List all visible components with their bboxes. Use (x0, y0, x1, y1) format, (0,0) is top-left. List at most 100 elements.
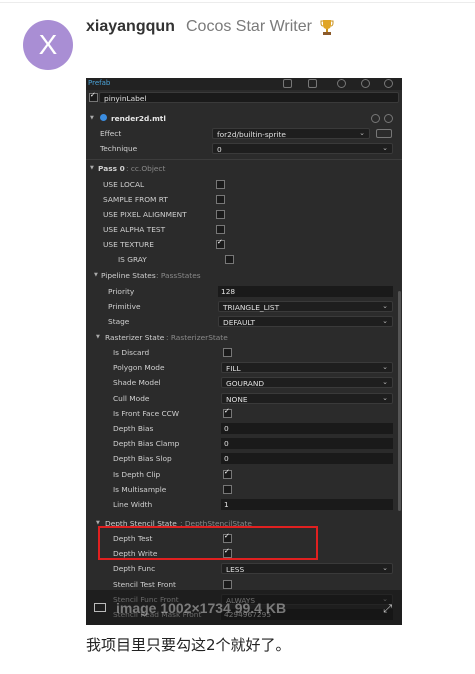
primitive-row: Primitive TRIANGLE_LIST ⌄ (86, 299, 402, 314)
dropdown-value: NONE (226, 394, 248, 404)
inspector-header: Prefab (86, 78, 402, 90)
help-icon[interactable] (384, 114, 393, 123)
input-value: 0 (224, 439, 229, 449)
locate-effect-icon[interactable] (376, 129, 392, 138)
expand-icon[interactable]: ⤢ (383, 602, 392, 616)
input-value: 0 (224, 424, 229, 433)
image-meta: image 1002×1734 99.4 KB (116, 600, 287, 616)
property-input[interactable]: 1 (221, 499, 393, 510)
property-checkbox[interactable] (225, 255, 234, 264)
chevron-down-icon: ⌄ (382, 363, 388, 372)
property-checkbox[interactable] (216, 225, 225, 234)
property-row: Depth Bias Slop 0 (86, 451, 402, 466)
node-name-input[interactable]: pinyinLabel (99, 92, 399, 103)
effect-row: Effect for2d/builtin-sprite ⌄ (86, 126, 402, 141)
property-label: USE LOCAL (103, 180, 145, 189)
settings-icon[interactable] (371, 114, 380, 123)
collapse-icon[interactable]: ▼ (90, 115, 94, 121)
property-row: Is Depth Clip (86, 467, 402, 482)
property-input[interactable]: 0 (221, 453, 393, 465)
property-label: Shade Model (113, 378, 161, 388)
property-checkbox[interactable] (216, 238, 225, 249)
property-label: SAMPLE FROM RT (103, 195, 168, 204)
link-icon[interactable] (308, 79, 317, 88)
property-row: Is Discard (86, 345, 402, 360)
property-input[interactable]: 0 (221, 423, 393, 434)
property-label: Depth Func (113, 564, 156, 574)
collapse-icon[interactable]: ▼ (94, 272, 98, 278)
edit-icon[interactable] (283, 79, 292, 88)
input-value: 0 (224, 454, 229, 464)
username-link[interactable]: xiayangqun (86, 18, 175, 36)
effect-dropdown[interactable]: for2d/builtin-sprite ⌄ (212, 128, 370, 139)
image-info-overlay[interactable]: image 1002×1734 99.4 KB ⤢ (86, 590, 402, 625)
avatar[interactable]: X (23, 20, 73, 70)
property-label: USE TEXTURE (103, 240, 154, 249)
property-dropdown[interactable]: LESS ⌄ (221, 563, 393, 575)
material-icon (100, 114, 107, 121)
stage-row: Stage DEFAULT ⌄ (86, 314, 402, 329)
dropdown-value: GOURAND (226, 379, 265, 389)
divider (86, 159, 402, 160)
chevron-down-icon: ⌄ (382, 378, 388, 387)
chevron-down-icon: ⌄ (382, 144, 388, 152)
pass-header[interactable]: ▼ Pass 0 : cc.Object (86, 161, 402, 176)
property-checkbox[interactable] (216, 195, 225, 204)
property-dropdown[interactable]: GOURAND ⌄ (221, 377, 393, 389)
chevron-down-icon: ⌄ (382, 302, 388, 310)
pass-title: Pass 0 (98, 164, 125, 173)
property-row: USE PIXEL ALIGNMENT (86, 207, 402, 222)
property-label: Polygon Mode (113, 363, 165, 373)
property-label: Stencil Test Front (113, 579, 176, 589)
stage-dropdown[interactable]: DEFAULT ⌄ (218, 316, 393, 327)
chevron-down-icon: ⌄ (359, 129, 365, 137)
pipeline-type: : PassStates (156, 271, 201, 280)
property-label: USE PIXEL ALIGNMENT (103, 210, 187, 219)
chevron-down-icon: ⌄ (382, 317, 388, 325)
property-checkbox[interactable] (223, 348, 232, 357)
property-row: Polygon Mode FILL ⌄ (86, 360, 402, 375)
pass-type: : cc.Object (126, 164, 166, 173)
material-header[interactable]: ▼ render2d.mtl (86, 111, 402, 126)
pipeline-title: Pipeline States (101, 271, 156, 280)
collapse-icon[interactable]: ▼ (90, 165, 94, 171)
property-dropdown[interactable]: FILL ⌄ (221, 362, 393, 374)
property-checkbox[interactable] (223, 484, 232, 494)
rasterizer-header[interactable]: ▼ Rasterizer State : RasterizerState (86, 330, 402, 345)
priority-row: Priority 128 (86, 284, 402, 299)
property-input[interactable]: 0 (221, 438, 393, 450)
property-label: Line Width (113, 500, 153, 509)
technique-row: Technique 0 ⌄ (86, 141, 402, 156)
property-label: Cull Mode (113, 393, 150, 403)
technique-dropdown[interactable]: 0 ⌄ (212, 143, 393, 154)
scrollbar[interactable] (398, 291, 401, 511)
primitive-dropdown[interactable]: TRIANGLE_LIST ⌄ (218, 301, 393, 312)
highlight-box (98, 526, 318, 560)
property-row: Is Front Face CCW (86, 406, 402, 421)
node-enabled-checkbox[interactable] (89, 91, 98, 102)
property-checkbox[interactable] (223, 407, 232, 418)
property-checkbox[interactable] (216, 210, 225, 219)
inspector-screenshot[interactable]: Prefab pinyinLabel ▼ render2d.mtl Effect… (86, 78, 402, 625)
avatar-letter: X (38, 29, 58, 60)
top-divider (0, 2, 475, 3)
property-checkbox[interactable] (223, 468, 232, 479)
dropdown-value: LESS (226, 565, 245, 575)
revert-icon[interactable] (361, 79, 370, 88)
locate-icon[interactable] (337, 79, 346, 88)
user-title: Cocos Star Writer (186, 18, 312, 35)
property-label: Is Discard (113, 348, 150, 357)
property-row: IS GRAY (86, 252, 402, 267)
prefab-label: Prefab (88, 79, 111, 87)
collapse-icon[interactable]: ▼ (96, 334, 100, 340)
property-row: USE TEXTURE (86, 237, 402, 252)
property-row: USE LOCAL (86, 177, 402, 192)
priority-input[interactable]: 128 (218, 286, 393, 297)
property-dropdown[interactable]: NONE ⌄ (221, 392, 393, 404)
save-icon[interactable] (384, 79, 393, 88)
property-checkbox[interactable] (223, 579, 232, 589)
property-row: Shade Model GOURAND ⌄ (86, 375, 402, 390)
pipeline-header[interactable]: ▼ Pipeline States : PassStates (86, 268, 402, 283)
property-checkbox[interactable] (216, 180, 225, 189)
trophy-icon (320, 20, 334, 35)
